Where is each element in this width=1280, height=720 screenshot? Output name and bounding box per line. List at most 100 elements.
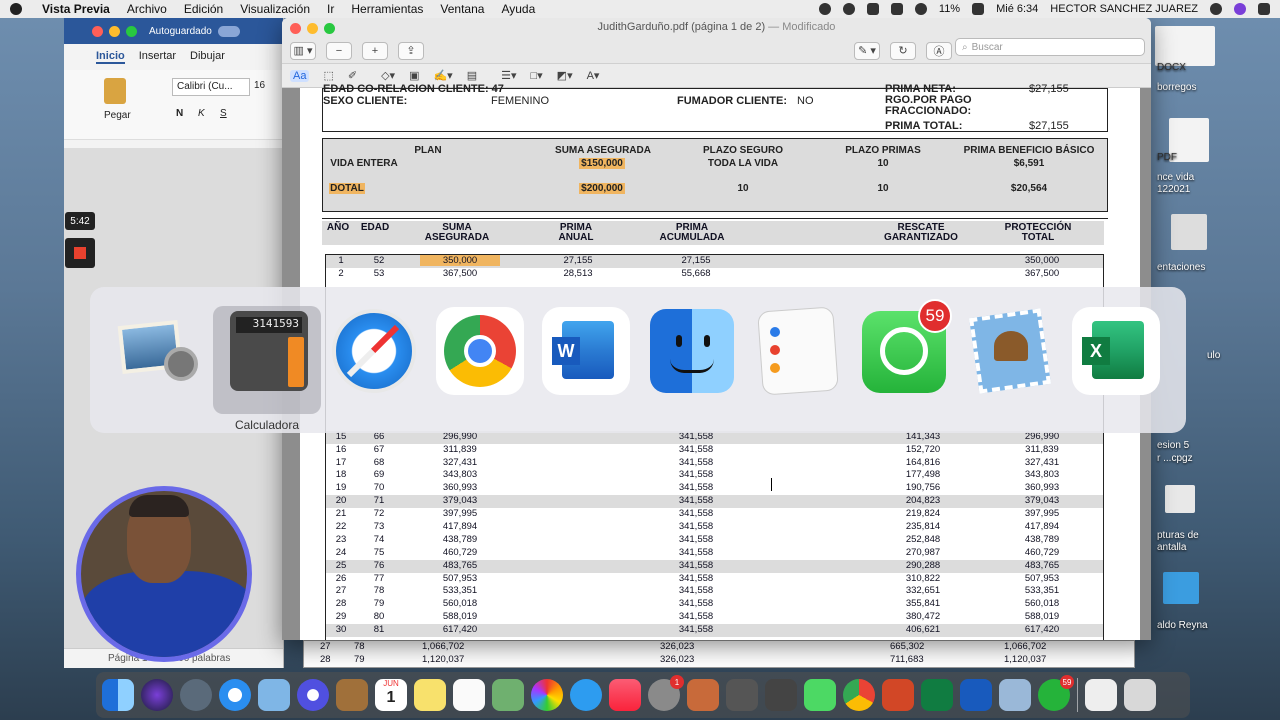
underline-button[interactable]: S [220,108,227,119]
downloads-dock-icon[interactable] [1085,679,1117,711]
screenshot-dock-icon[interactable] [726,679,758,711]
safari-dock-icon[interactable] [219,679,251,711]
background-pdf-window[interactable]: 27 78 1,066,702 326,023 665,302 1,066,70… [303,640,1135,668]
tab-inicio[interactable]: Inicio [96,50,125,64]
mail-app-icon[interactable] [966,307,1054,395]
safari-app-icon[interactable] [330,307,418,395]
calculator-dock-icon[interactable] [687,679,719,711]
battery-percent[interactable]: 11% [939,3,960,15]
user-name[interactable]: HECTOR SANCHEZ JUAREZ [1050,3,1198,15]
text-selection-icon[interactable]: Aa [290,69,310,82]
photo-booth-dock-icon[interactable] [765,679,797,711]
text-box-icon[interactable]: ▣ [409,69,419,82]
excel-app-icon[interactable]: X [1072,307,1160,395]
launchpad-dock-icon[interactable] [180,679,212,711]
autosave-toggle[interactable] [217,25,240,37]
webcam-overlay[interactable] [76,486,252,662]
finder-dock-icon[interactable] [102,679,134,711]
powerpoint-dock-icon[interactable] [882,679,914,711]
maps-dock-icon[interactable] [492,679,524,711]
menu-visualizacion[interactable]: Visualización [240,2,310,16]
folder-icon[interactable] [1163,572,1199,604]
mail-dock-icon[interactable] [258,679,290,711]
volume-icon[interactable] [914,3,927,15]
system-preferences-dock-icon[interactable]: 1 [648,675,684,711]
rotate-button[interactable]: ↻ [890,41,916,60]
bluetooth-icon[interactable] [866,3,879,15]
keynote-file-icon[interactable] [1171,214,1207,250]
close-button[interactable] [92,25,103,37]
wifi-icon[interactable] [890,3,903,15]
chrome-app-icon[interactable] [436,307,524,395]
menu-app-name[interactable]: Vista Previa [42,2,110,16]
contacts-dock-icon[interactable] [336,679,368,711]
apple-icon[interactable] [10,3,22,15]
search-icon[interactable] [1210,3,1222,15]
menu-ayuda[interactable]: Ayuda [501,2,535,16]
italic-button[interactable]: K [198,108,205,119]
menu-herramientas[interactable]: Herramientas [351,2,423,16]
trash-dock-icon[interactable] [1124,679,1156,711]
whatsapp-app-icon[interactable]: 59 [860,299,952,395]
table-cell: 341,558 [678,559,714,571]
clock[interactable]: Mié 6:34 [996,3,1038,15]
calculator-app-icon[interactable]: 3141593 [224,307,312,395]
word-app-icon[interactable]: W [542,307,630,395]
list-icon[interactable] [1258,3,1270,15]
music-dock-icon[interactable] [609,679,641,711]
sign-icon[interactable]: ✍▾ [433,69,452,82]
paste-icon[interactable] [104,78,126,104]
menu-ventana[interactable]: Ventana [440,2,484,16]
markup-button[interactable]: ✎ ▾ [854,41,880,60]
zoom-button[interactable] [126,25,137,37]
messages-dock-icon[interactable] [570,679,602,711]
menu-ir[interactable]: Ir [327,2,334,16]
preview-dock-icon[interactable] [999,679,1031,711]
settings-wheel-dock-icon[interactable] [297,679,329,711]
shapes-icon[interactable]: ◇▾ [381,69,395,82]
preview-app-icon[interactable] [114,307,202,395]
facetime-dock-icon[interactable] [804,679,836,711]
bold-button[interactable]: N [176,108,183,119]
siri-dock-icon[interactable] [141,679,173,711]
fill-color-icon[interactable]: ◩▾ [557,69,573,82]
tab-insertar[interactable]: Insertar [139,50,176,64]
rect-selection-icon[interactable]: ⬚ [323,69,333,82]
text-style-icon[interactable]: A▾ [587,69,600,82]
word-dock-icon[interactable] [960,679,992,711]
font-name-select[interactable]: Calibri (Cu... [172,78,250,96]
battery-icon[interactable] [972,3,985,15]
search-field[interactable]: ⌕ Buscar [955,38,1145,56]
screenshot-file-icon[interactable] [1165,485,1195,513]
docx-file-icon[interactable] [1155,26,1215,66]
minimize-button[interactable] [109,25,120,37]
finder-app-icon[interactable] [648,307,736,395]
border-color-icon[interactable]: □▾ [531,69,543,82]
annotate-button[interactable]: Ⓐ [926,41,952,60]
reminders-app-icon[interactable] [754,306,842,396]
stop-recording-button[interactable] [65,238,95,268]
calendar-dock-icon[interactable]: JUN 1 [375,679,407,711]
reminders-dock-icon[interactable] [453,679,485,711]
photos-dock-icon[interactable] [531,679,563,711]
siri-icon[interactable] [1234,3,1246,15]
whatsapp-dock-icon[interactable]: 59 [1038,675,1074,711]
zoom-out-button[interactable]: − [326,41,352,60]
share-button[interactable]: ⇪ [398,41,424,60]
gear-status-icon[interactable] [818,3,831,15]
note-icon[interactable]: ▤ [467,69,477,82]
excel-dock-icon[interactable] [921,679,953,711]
font-size-select[interactable]: 16 [254,80,265,91]
tab-dibujar[interactable]: Dibujar [190,50,225,64]
column-header: SUMA ASEGURADA [424,222,490,243]
zoom-in-button[interactable]: + [362,41,388,60]
shape-style-icon[interactable]: ☰▾ [501,69,516,82]
menu-edicion[interactable]: Edición [184,2,223,16]
chrome-dock-icon[interactable] [843,679,875,711]
paste-label[interactable]: Pegar [104,110,131,121]
sketch-icon[interactable]: ✐ [348,69,357,82]
time-machine-icon[interactable] [842,3,855,15]
menu-archivo[interactable]: Archivo [127,2,167,16]
notes-dock-icon[interactable] [414,679,446,711]
sidebar-toggle-button[interactable]: ▥ ▾ [290,41,316,60]
